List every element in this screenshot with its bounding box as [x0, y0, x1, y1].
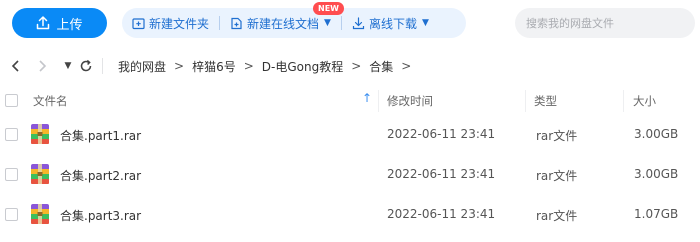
offline-download-label: 离线下载 [368, 16, 417, 31]
file-size: 1.07GB [634, 207, 679, 221]
breadcrumb-item[interactable]: 我的网盘 [118, 58, 166, 75]
file-modified-time: 2022-06-11 23:41 [387, 127, 496, 141]
upload-button-label: 上传 [56, 17, 83, 33]
file-size: 3.00GB [634, 127, 679, 141]
file-modified-time: 2022-06-11 23:41 [387, 207, 496, 221]
upload-button[interactable]: 上传 [12, 8, 107, 38]
column-header-name[interactable]: 文件名 [33, 93, 68, 109]
arrow-up-icon[interactable]: ↑ [362, 91, 372, 105]
file-name[interactable]: 合集.part1.rar [60, 127, 141, 144]
breadcrumb: 我的网盘 > 梓猫6号 > D-电Gong教程 > 合集 > [118, 58, 419, 75]
nav-divider [102, 58, 103, 74]
search-input[interactable] [515, 8, 695, 38]
new-document-icon [231, 17, 242, 29]
column-header-size[interactable]: 大小 [633, 93, 656, 109]
chevron-left-icon[interactable] [8, 58, 24, 74]
toolbar-action-group: 新建文件夹 新建在线文档 ▼ 离线下载 ▼ [122, 8, 466, 38]
new-folder-label: 新建文件夹 [149, 16, 210, 31]
file-row[interactable]: 合集.part3.rar 2022-06-11 23:41 rar文件 1.07… [0, 196, 700, 234]
file-type: rar文件 [536, 209, 578, 223]
file-size: 3.00GB [634, 167, 679, 181]
row-checkbox[interactable] [5, 208, 18, 221]
column-divider[interactable] [378, 90, 379, 112]
new-badge: NEW [313, 2, 344, 15]
new-folder-icon [132, 17, 145, 29]
navigation-bar: ▼ 我的网盘 > 梓猫6号 > D-电Gong教程 > 合集 > [0, 54, 700, 78]
row-checkbox[interactable] [5, 128, 18, 141]
breadcrumb-item[interactable]: D-电Gong教程 [262, 58, 343, 75]
breadcrumb-separator: > [351, 59, 362, 73]
column-header-type[interactable]: 类型 [534, 93, 557, 109]
file-type: rar文件 [536, 129, 578, 143]
file-name[interactable]: 合集.part2.rar [60, 167, 141, 184]
caret-down-icon: ▼ [421, 18, 429, 28]
rar-archive-icon [31, 124, 49, 144]
toolbar: 上传 新建文件夹 新建在线文档 ▼ 离线下载 ▼ NEW 搜索我的网盘文件 [0, 0, 700, 44]
rar-archive-icon [31, 164, 49, 184]
chevron-right-icon[interactable] [34, 58, 50, 74]
column-header-modified[interactable]: 修改时间 [387, 93, 433, 109]
file-name[interactable]: 合集.part3.rar [60, 207, 141, 224]
caret-down-icon[interactable]: ▼ [60, 58, 76, 74]
refresh-icon[interactable] [78, 58, 94, 74]
file-modified-time: 2022-06-11 23:41 [387, 167, 496, 181]
new-folder-button[interactable]: 新建文件夹 [122, 8, 219, 38]
file-list-header: 文件名 ↑ 修改时间 类型 大小 [0, 88, 700, 114]
download-icon [352, 16, 365, 29]
new-online-doc-label: 新建在线文档 [247, 16, 320, 31]
offline-download-button[interactable]: 离线下载 ▼ [342, 8, 439, 38]
row-checkbox[interactable] [5, 168, 18, 181]
column-divider[interactable] [623, 90, 624, 112]
breadcrumb-separator: > [174, 59, 185, 73]
breadcrumb-separator: > [401, 59, 412, 73]
breadcrumb-separator: > [243, 59, 254, 73]
caret-down-icon: ▼ [324, 18, 331, 28]
select-all-checkbox[interactable] [5, 94, 18, 107]
breadcrumb-item[interactable]: 梓猫6号 [192, 58, 236, 75]
breadcrumb-item[interactable]: 合集 [369, 58, 393, 75]
column-divider[interactable] [525, 90, 526, 112]
rar-archive-icon [31, 204, 49, 224]
file-row[interactable]: 合集.part2.rar 2022-06-11 23:41 rar文件 3.00… [0, 156, 700, 194]
upload-icon [37, 16, 50, 30]
file-type: rar文件 [536, 169, 578, 183]
file-row[interactable]: 合集.part1.rar 2022-06-11 23:41 rar文件 3.00… [0, 116, 700, 154]
